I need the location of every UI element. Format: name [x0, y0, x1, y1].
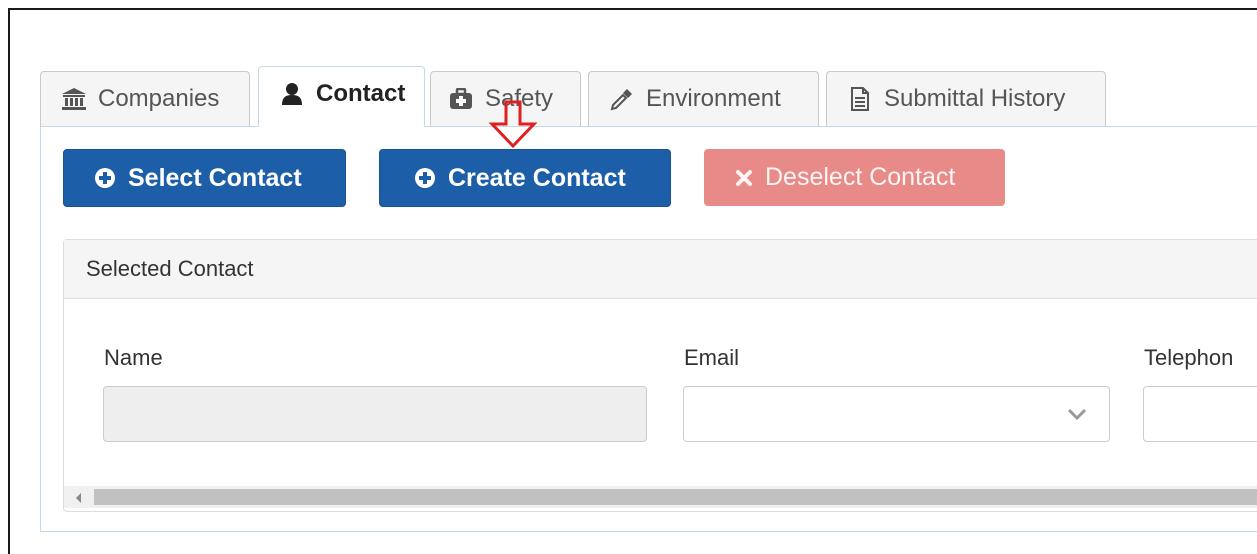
medkit-icon [447, 86, 475, 112]
red-down-arrow-icon [488, 100, 538, 153]
scroll-left-arrow-icon[interactable] [74, 491, 82, 509]
select-contact-button[interactable]: Select Contact [63, 149, 346, 207]
deselect-contact-label: Deselect Contact [765, 163, 956, 191]
name-field[interactable] [103, 386, 647, 442]
tab-environment-label: Environment [646, 85, 781, 112]
tab-submittal-history[interactable]: Submittal History [826, 71, 1106, 127]
plus-circle-icon [414, 167, 436, 189]
chevron-down-icon [1067, 407, 1087, 426]
horizontal-scrollbar[interactable] [64, 486, 1257, 508]
tab-companies[interactable]: Companies [40, 71, 250, 127]
deselect-contact-button[interactable]: Deselect Contact [704, 149, 1005, 206]
scrollbar-thumb[interactable] [94, 489, 1257, 505]
bank-icon [60, 86, 88, 112]
selected-contact-section: Selected Contact [63, 239, 1257, 512]
telephone-field[interactable] [1143, 386, 1257, 442]
tab-submittal-history-label: Submittal History [884, 85, 1066, 112]
tab-contact[interactable]: Contact [258, 66, 425, 127]
email-label: Email [684, 345, 740, 370]
tab-companies-label: Companies [98, 85, 220, 112]
section-title: Selected Contact [64, 240, 1257, 299]
create-contact-label: Create Contact [448, 163, 626, 192]
name-label: Name [104, 345, 163, 370]
document-icon [846, 86, 874, 112]
tab-contact-label: Contact [316, 79, 406, 107]
create-contact-button[interactable]: Create Contact [379, 149, 671, 207]
email-select[interactable] [683, 386, 1110, 442]
telephone-label: Telephon [1144, 345, 1234, 370]
eyedropper-icon [608, 86, 636, 112]
user-icon [278, 81, 306, 107]
plus-circle-icon [94, 167, 116, 189]
select-contact-label: Select Contact [128, 163, 302, 192]
times-icon [735, 169, 753, 187]
tab-environment[interactable]: Environment [588, 71, 819, 127]
